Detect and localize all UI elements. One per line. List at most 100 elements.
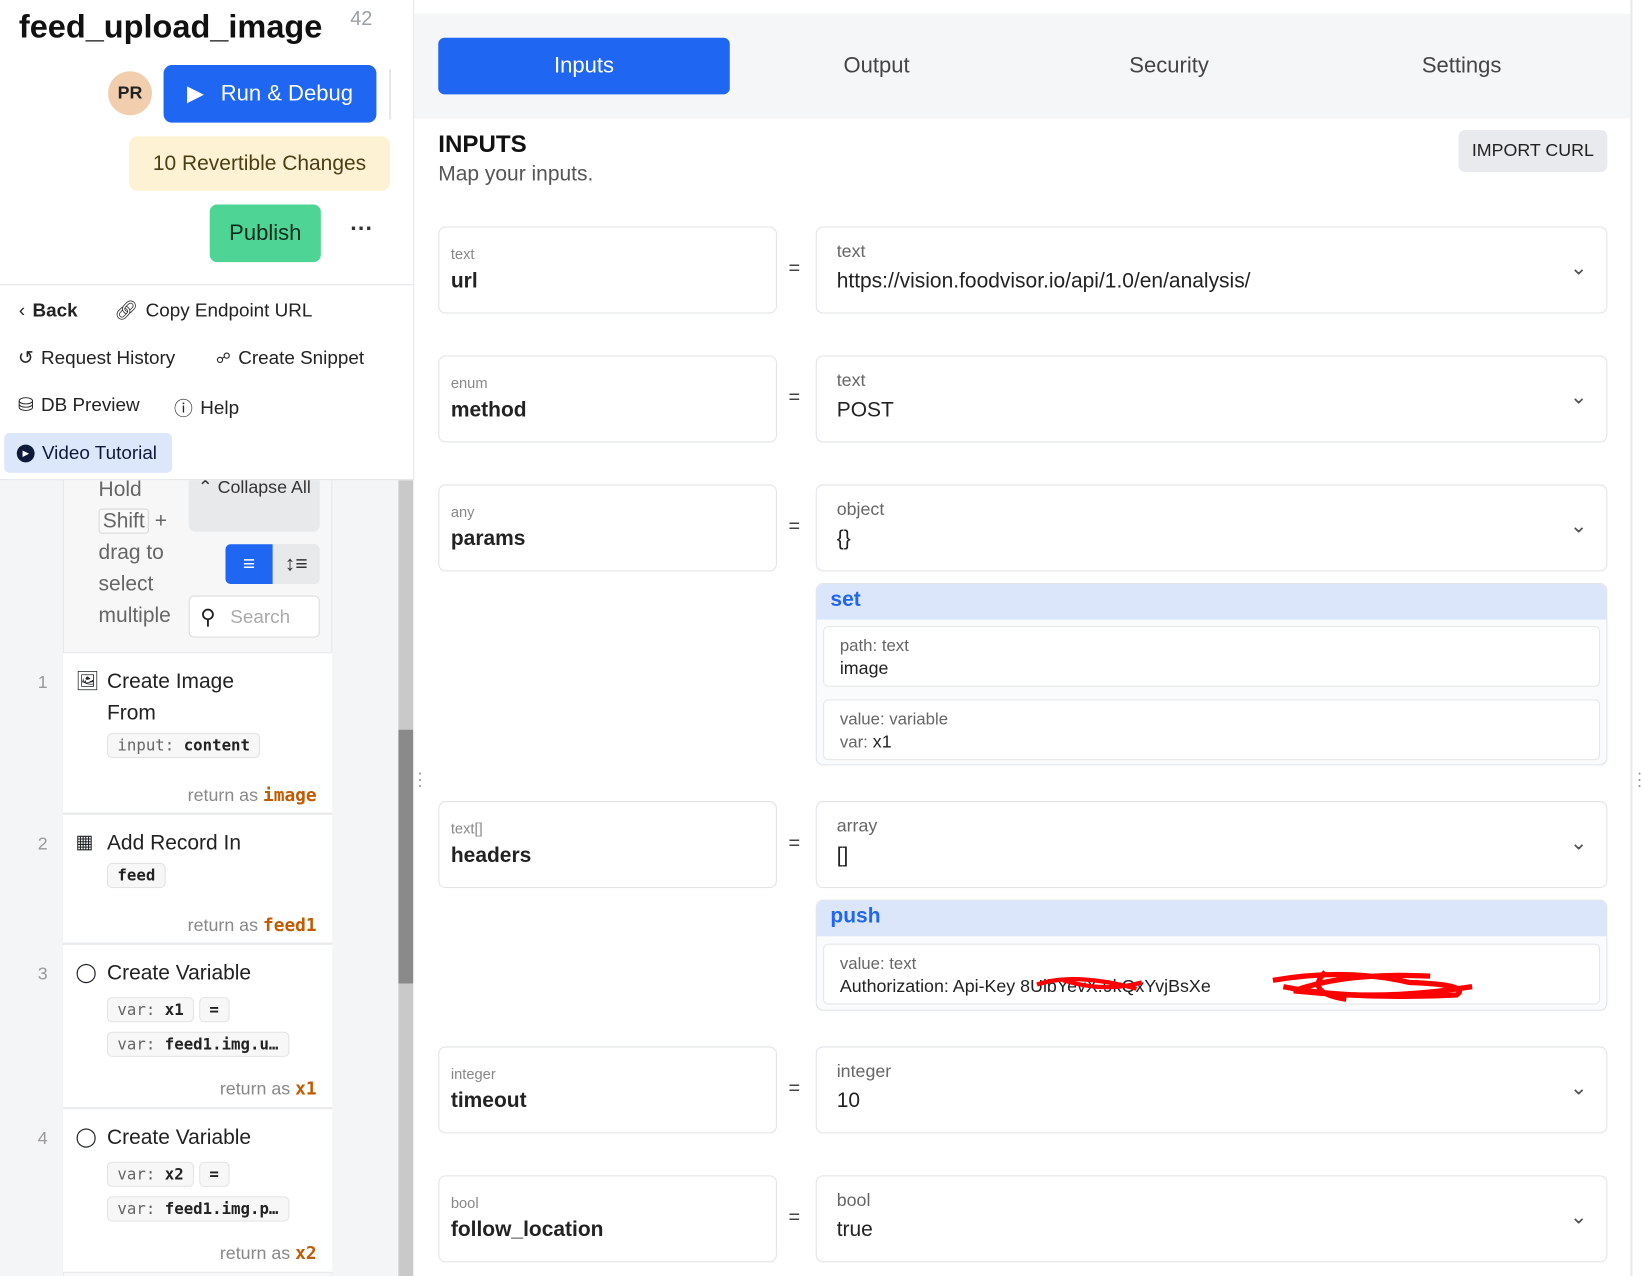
path-field[interactable]: path: text image bbox=[823, 625, 1601, 687]
copy-endpoint-url-link[interactable]: 🔗︎ Copy Endpoint URL bbox=[114, 300, 312, 322]
tab-security[interactable]: Security bbox=[1023, 38, 1314, 95]
tab-inputs[interactable]: Inputs bbox=[438, 37, 730, 95]
hint-rest: drag to select multiple bbox=[98, 541, 171, 628]
play-circle-icon: ▶ bbox=[16, 444, 35, 462]
chevron-left-icon: ‹ bbox=[18, 299, 26, 321]
divider bbox=[0, 284, 415, 286]
input-value: {} bbox=[836, 527, 851, 551]
shift-key: Shift bbox=[98, 508, 149, 534]
video-tutorial-button[interactable]: ▶ Video Tutorial bbox=[4, 433, 172, 473]
resize-handle[interactable]: · · · bbox=[1637, 765, 1643, 794]
list-view-icon[interactable]: ≡ bbox=[225, 544, 273, 585]
avatar[interactable]: PR bbox=[107, 71, 153, 116]
request-history-label: Request History bbox=[40, 347, 176, 369]
operation-label: push bbox=[816, 900, 1607, 937]
tab-settings[interactable]: Settings bbox=[1316, 38, 1607, 95]
expanded-view-icon[interactable]: ↕≡ bbox=[273, 544, 320, 584]
resize-handle[interactable]: · · · bbox=[417, 765, 423, 794]
step-card[interactable]: 4 ◯ Create Variable var: x2 = var: feed1… bbox=[38, 1108, 333, 1273]
redaction-scribble bbox=[1036, 970, 1473, 1002]
input-type: any bbox=[450, 503, 475, 521]
input-type: integer bbox=[450, 1065, 496, 1083]
equals-sign: = bbox=[788, 515, 801, 538]
step-card[interactable]: 3 ◯ Create Variable var: x1 = var: feed1… bbox=[38, 943, 333, 1109]
run-debug-button[interactable]: ▶ Run & Debug bbox=[163, 65, 377, 123]
input-name-field[interactable]: any params bbox=[438, 484, 777, 572]
input-type: enum bbox=[450, 374, 488, 392]
input-value-field[interactable]: array [] ⌄ bbox=[815, 801, 1608, 889]
input-value: true bbox=[836, 1218, 873, 1242]
input-value-field[interactable]: text POST ⌄ bbox=[815, 355, 1608, 443]
history-icon: ↺ bbox=[17, 347, 34, 369]
input-value-field[interactable]: bool true ⌄ bbox=[815, 1175, 1608, 1263]
equals-chip: = bbox=[198, 997, 230, 1023]
step-title: Add Record In bbox=[106, 831, 242, 855]
help-link[interactable]: ⓘ Help bbox=[174, 394, 239, 421]
input-value: POST bbox=[836, 398, 894, 422]
collapse-icon: ⌃ bbox=[197, 479, 213, 497]
create-snippet-label: Create Snippet bbox=[238, 347, 365, 369]
collapse-all-label: Collapse All bbox=[217, 479, 311, 497]
search-input[interactable]: ⚲ Search bbox=[188, 595, 320, 638]
chevron-down-icon[interactable]: ⌄ bbox=[1570, 513, 1588, 539]
step-title: Create Image From bbox=[106, 669, 234, 725]
input-name: headers bbox=[450, 844, 532, 868]
db-preview-link[interactable]: ⛁ DB Preview bbox=[18, 394, 140, 416]
back-label: Back bbox=[32, 299, 78, 321]
chevron-down-icon[interactable]: ⌄ bbox=[1570, 1075, 1588, 1101]
equals-sign: = bbox=[788, 1077, 801, 1100]
chevron-down-icon[interactable]: ⌄ bbox=[1570, 255, 1588, 281]
input-name-field[interactable]: text url bbox=[438, 226, 777, 314]
divider bbox=[388, 69, 392, 120]
step-card[interactable]: 2 ▦ Add Record In feed return as feed1 bbox=[38, 813, 333, 944]
link-icon: 🔗︎ bbox=[114, 299, 139, 321]
step-chip: input: content bbox=[106, 732, 261, 759]
section-heading: INPUTS bbox=[438, 130, 527, 158]
create-snippet-link[interactable]: ☍ Create Snippet bbox=[216, 347, 364, 369]
input-value-field[interactable]: integer 10 ⌄ bbox=[815, 1046, 1608, 1134]
value-type: object bbox=[836, 499, 885, 520]
section-subheading: Map your inputs. bbox=[438, 162, 594, 186]
path-key: path: text bbox=[839, 637, 909, 656]
more-options-button[interactable]: ··· bbox=[350, 215, 373, 242]
step-return: return as x1 bbox=[219, 1078, 317, 1100]
view-toggle[interactable]: ≡ ↕≡ bbox=[225, 544, 320, 585]
step-chip: var: x1 bbox=[106, 997, 195, 1023]
input-name-field[interactable]: text[] headers bbox=[438, 801, 777, 889]
back-link[interactable]: ‹ Back bbox=[19, 300, 78, 322]
video-tutorial-label: Video Tutorial bbox=[41, 441, 158, 463]
value-type: bool bbox=[836, 1190, 871, 1210]
collapse-all-button[interactable]: ⌃ Collapse All bbox=[188, 479, 320, 532]
input-name: timeout bbox=[450, 1089, 527, 1113]
search-placeholder: Search bbox=[230, 605, 291, 627]
equals-sign: = bbox=[788, 386, 801, 409]
request-history-link[interactable]: ↺ Request History bbox=[18, 347, 175, 369]
api-title: feed_upload_image bbox=[18, 8, 323, 46]
import-curl-button[interactable]: IMPORT CURL bbox=[1458, 130, 1608, 172]
input-name: follow_location bbox=[450, 1218, 604, 1242]
input-name: params bbox=[450, 527, 526, 551]
input-value-field[interactable]: text https://vision.foodvisor.io/api/1.0… bbox=[815, 226, 1608, 314]
input-value-field[interactable]: object {} ⌄ bbox=[815, 484, 1608, 572]
input-name-field[interactable]: bool follow_location bbox=[438, 1175, 777, 1263]
sidebar: feed_upload_image 42 PR ▶ Run & Debug 10 … bbox=[0, 0, 415, 1276]
equals-chip: = bbox=[198, 1161, 230, 1187]
image-icon: 🖼︎ bbox=[75, 669, 100, 691]
tab-output[interactable]: Output bbox=[731, 38, 1022, 95]
step-card[interactable]: 1 🖼︎ Create Image From input: content re… bbox=[38, 652, 333, 814]
input-name-field[interactable]: integer timeout bbox=[438, 1046, 777, 1134]
input-name-field[interactable]: enum method bbox=[438, 355, 777, 443]
multi-select-hint: Hold Shift + drag to select multiple bbox=[98, 480, 183, 631]
tag-icon: ◯ bbox=[75, 1126, 97, 1148]
chevron-down-icon[interactable]: ⌄ bbox=[1570, 384, 1588, 410]
database-icon: ⛁ bbox=[17, 394, 34, 416]
scrollbar-thumb[interactable] bbox=[398, 729, 414, 984]
revertible-changes-button[interactable]: 10 Revertible Changes bbox=[128, 136, 391, 191]
right-panel-edge bbox=[1630, 0, 1644, 1276]
publish-button[interactable]: Publish bbox=[209, 204, 321, 263]
chevron-down-icon[interactable]: ⌄ bbox=[1570, 1204, 1588, 1230]
equals-sign: = bbox=[788, 257, 801, 280]
value-field[interactable]: value: variable var: x1 bbox=[823, 699, 1601, 761]
tag-icon: ◯ bbox=[75, 961, 97, 983]
chevron-down-icon[interactable]: ⌄ bbox=[1570, 829, 1588, 855]
